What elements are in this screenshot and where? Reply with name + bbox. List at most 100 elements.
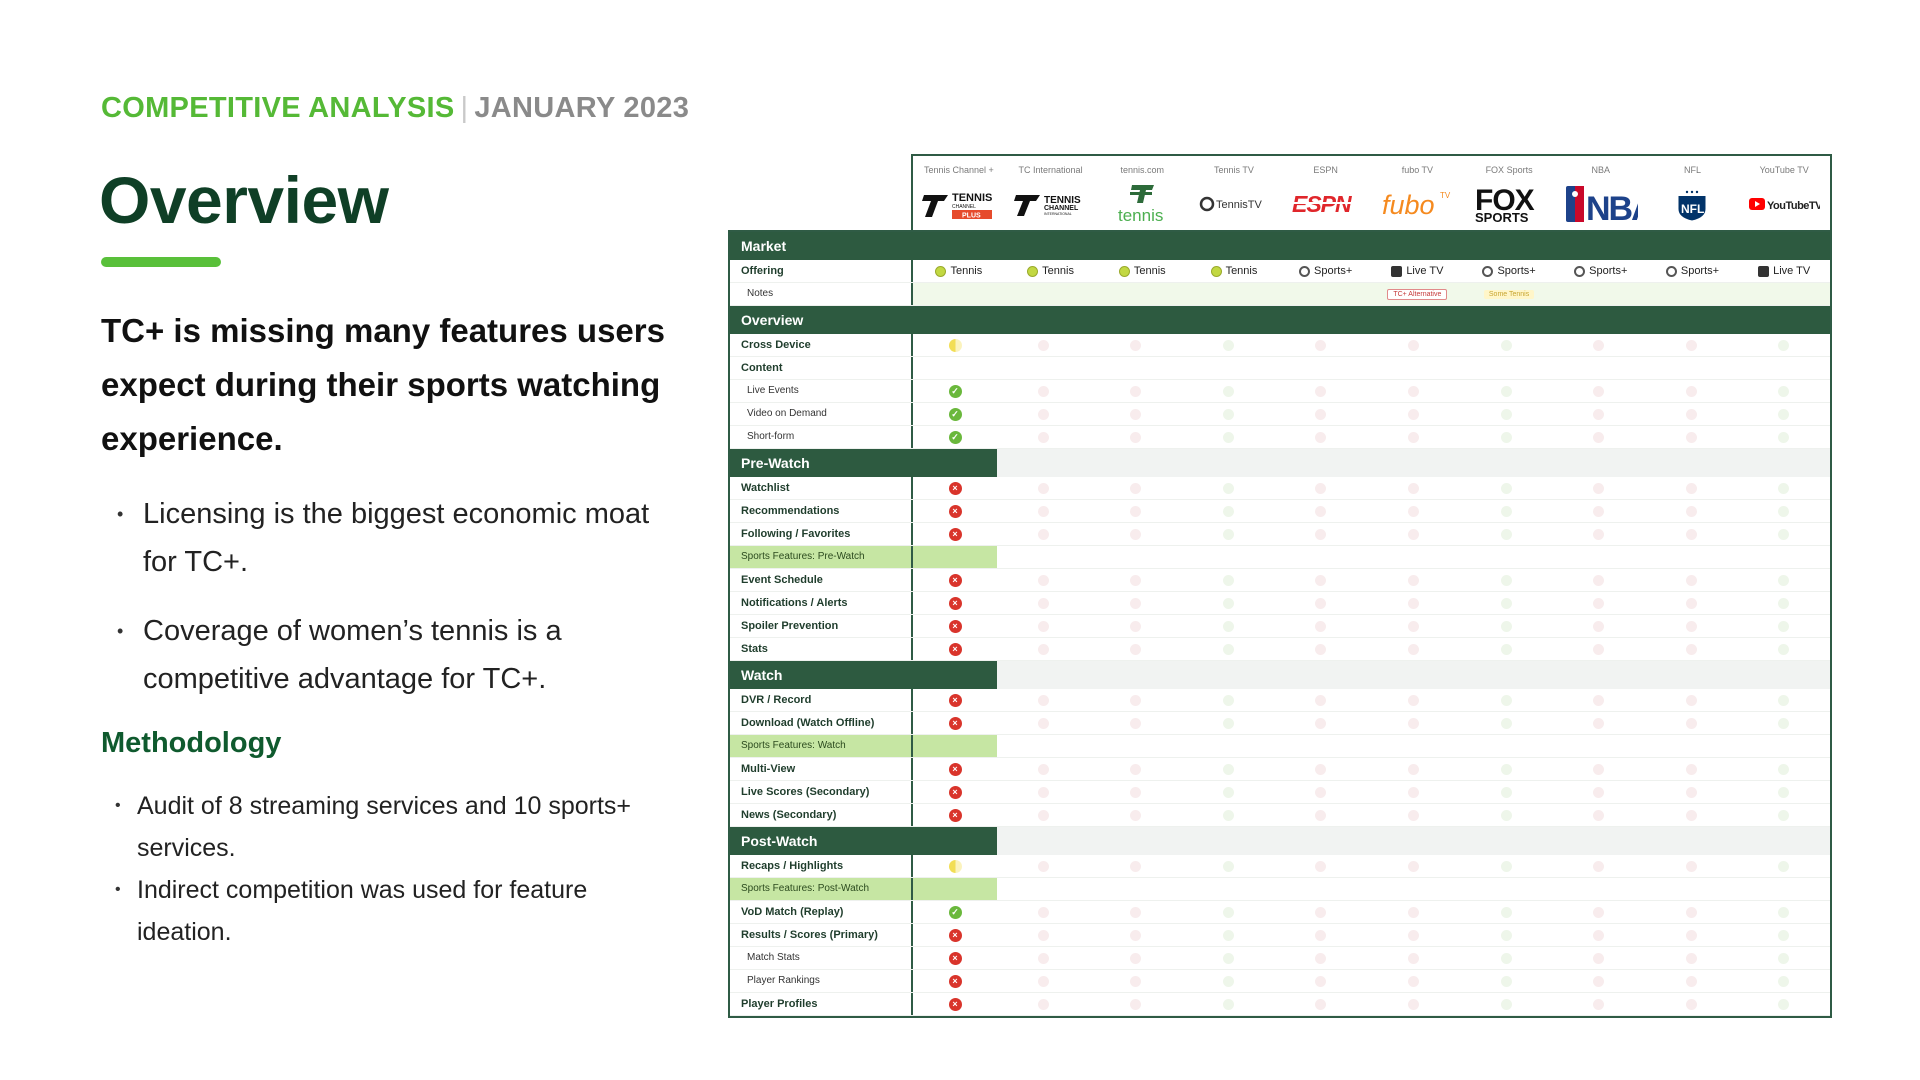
service-name: NFL <box>1683 165 1701 175</box>
faded-status-icon <box>1593 809 1605 821</box>
faded-cell <box>1738 380 1831 402</box>
tc-cell: × <box>913 689 997 711</box>
row-label: Pre-Watch <box>730 449 997 477</box>
faded-cell <box>1645 523 1738 545</box>
faded-status-icon <box>1037 786 1049 798</box>
faded-cell <box>1090 615 1183 637</box>
competitor-cells-faded <box>997 712 1830 734</box>
faded-status-icon <box>1037 528 1049 540</box>
svg-text:CHANNEL: CHANNEL <box>1044 205 1079 212</box>
table-row: Following / Favorites × <box>730 523 1830 546</box>
faded-status-icon <box>1315 597 1327 609</box>
service-name: FOX Sports <box>1485 165 1533 175</box>
faded-status-icon <box>1315 717 1327 729</box>
faded-cell <box>997 477 1090 499</box>
faded-cell <box>1645 855 1738 877</box>
faded-cell <box>1090 855 1183 877</box>
faded-cell <box>1460 357 1553 379</box>
faded-status-icon <box>1500 431 1512 443</box>
faded-cell <box>1090 477 1183 499</box>
faded-cell <box>1090 523 1183 545</box>
row-label: Notes <box>730 283 913 305</box>
offering-label: Sports+ <box>1497 265 1536 277</box>
faded-status-icon <box>1593 694 1605 706</box>
faded-status-icon <box>1222 694 1234 706</box>
faded-cell <box>1460 901 1553 923</box>
faded-cell <box>1460 500 1553 522</box>
lead-statement: TC+ is missing many features users expec… <box>101 312 665 457</box>
faded-cell <box>1275 638 1368 660</box>
service-column-header: ESPN ESPN <box>1280 156 1372 230</box>
tc-cell: × <box>913 993 997 1015</box>
faded-cell <box>1275 403 1368 425</box>
faded-cell <box>997 638 1090 660</box>
faded-status-icon <box>1685 597 1697 609</box>
faded-status-icon <box>1408 975 1420 987</box>
methodology-item: Audit of 8 streaming services and 10 spo… <box>101 785 681 869</box>
check-icon: ✓ <box>948 430 962 444</box>
cross-icon: × <box>948 785 962 799</box>
service-name: tennis.com <box>1120 165 1165 175</box>
faded-status-icon <box>1593 385 1605 397</box>
note-cell <box>1555 283 1647 305</box>
faded-status-icon <box>1315 408 1327 420</box>
faded-status-icon <box>1685 860 1697 872</box>
offering-label: Sports+ <box>1589 265 1628 277</box>
faded-status-icon <box>1500 998 1512 1010</box>
faded-status-icon <box>1500 906 1512 918</box>
faded-cell <box>1645 993 1738 1015</box>
faded-status-icon <box>1778 763 1790 775</box>
faded-status-icon <box>1037 998 1049 1010</box>
faded-cell <box>1645 781 1738 803</box>
row-label: DVR / Record <box>730 689 913 711</box>
note-cell <box>1280 283 1372 305</box>
faded-cell <box>1090 993 1183 1015</box>
faded-cell <box>1738 924 1831 946</box>
faded-status-icon <box>1778 620 1790 632</box>
row-label: VoD Match (Replay) <box>730 901 913 923</box>
faded-cell <box>1552 689 1645 711</box>
faded-status-icon <box>1130 998 1142 1010</box>
faded-status-icon <box>1408 482 1420 494</box>
key-point: Licensing is the biggest economic moat f… <box>101 490 681 586</box>
offering-label: Live TV <box>1773 265 1811 277</box>
faded-status-icon <box>1315 786 1327 798</box>
competitor-cells-faded <box>997 993 1830 1015</box>
cross-icon: × <box>948 928 962 942</box>
faded-status-icon <box>1315 528 1327 540</box>
faded-status-icon <box>1593 528 1605 540</box>
faded-cell <box>1182 592 1275 614</box>
svg-text:NFL: NFL <box>1681 202 1704 216</box>
faded-cell <box>1275 500 1368 522</box>
offering-label: Live TV <box>1406 265 1444 277</box>
offering-cell: Tennis <box>1188 260 1280 282</box>
faded-cell <box>1460 615 1553 637</box>
cross-icon: × <box>948 716 962 730</box>
faded-status-icon <box>1778 786 1790 798</box>
faded-status-icon <box>1593 975 1605 987</box>
methodology-item: Indirect competition was used for featur… <box>101 869 681 953</box>
offering-label: Sports+ <box>1680 265 1720 277</box>
faded-cell <box>997 500 1090 522</box>
row-label: Recaps / Highlights <box>730 855 913 877</box>
row-label: Video on Demand <box>730 403 913 425</box>
faded-status-icon <box>1408 786 1420 798</box>
svg-text:CHANNEL: CHANNEL <box>952 204 976 210</box>
faded-status-icon <box>1130 385 1142 397</box>
faded-status-icon <box>1593 860 1605 872</box>
faded-cell <box>1182 712 1275 734</box>
service-name: Tennis TV <box>1214 165 1254 175</box>
table-row: Video on Demand ✓ <box>730 403 1830 426</box>
faded-cell <box>1552 334 1645 356</box>
faded-cell <box>1645 712 1738 734</box>
faded-status-icon <box>1500 952 1512 964</box>
row-label: Offering <box>730 260 913 282</box>
table-row: Notifications / Alerts × <box>730 592 1830 615</box>
table-row: Sports Features: Post-Watch <box>730 878 1830 901</box>
table-row: Match Stats × <box>730 947 1830 970</box>
faded-status-icon <box>1037 809 1049 821</box>
faded-cell <box>1275 380 1368 402</box>
faded-cell <box>1367 334 1460 356</box>
check-icon: ✓ <box>948 384 962 398</box>
faded-cell <box>1367 592 1460 614</box>
